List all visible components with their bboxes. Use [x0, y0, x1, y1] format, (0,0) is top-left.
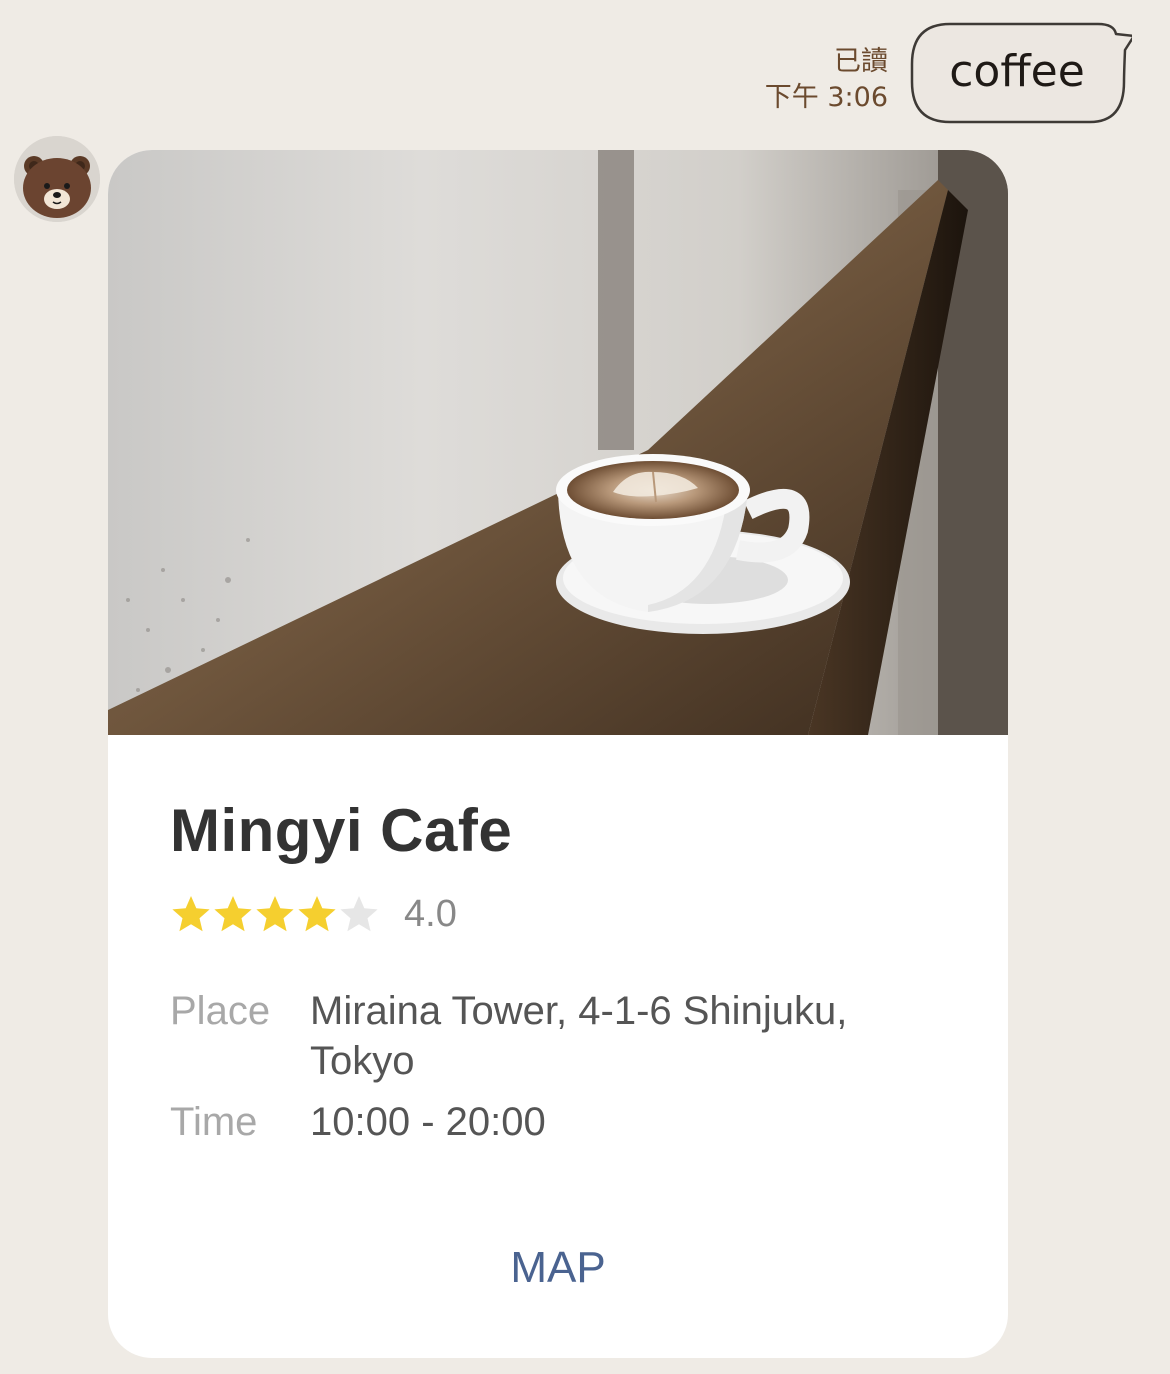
place-value: Miraina Tower, 4-1-6 Shinjuku, Tokyo [310, 989, 848, 1083]
outgoing-message-text: coffee [949, 46, 1085, 97]
star-filled-icon [172, 896, 210, 932]
rating: 4.0 [170, 892, 457, 936]
place-label: Place [170, 989, 271, 1033]
place-card: Mingyi Cafe 4.0 Place Miraina Tower, 4-1… [108, 150, 1008, 1358]
star-rating [170, 894, 380, 934]
star-filled-icon [298, 896, 336, 932]
outgoing-message-bubble[interactable]: coffee [910, 22, 1132, 124]
star-filled-icon [256, 896, 294, 932]
map-button[interactable]: MAP [108, 1228, 1008, 1308]
star-empty-icon [340, 896, 378, 932]
read-status: 已讀 [834, 46, 888, 77]
time-value: 10:00 - 20:00 [310, 1100, 546, 1144]
place-title: Mingyi Cafe [170, 797, 513, 864]
info-row-place: Place Miraina Tower, 4-1-6 Shinjuku, Tok… [170, 986, 930, 1086]
star-filled-icon [214, 896, 252, 932]
message-meta: 已讀 下午 3:06 [765, 44, 888, 116]
rating-value: 4.0 [404, 892, 457, 935]
time-label: Time [170, 1100, 258, 1144]
info-row-time: Time 10:00 - 20:00 [170, 1097, 930, 1147]
message-time: 下午 3:06 [764, 82, 888, 113]
bear-avatar-icon[interactable] [14, 136, 100, 222]
cafe-photo[interactable] [108, 150, 1008, 735]
